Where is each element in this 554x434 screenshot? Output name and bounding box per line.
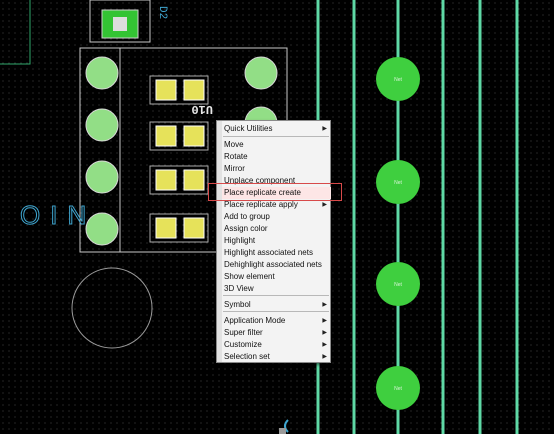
pad [85, 56, 119, 90]
menu-item-label: Mirror [224, 164, 245, 173]
highlight-annotation-box [208, 183, 342, 201]
menu-item-customize[interactable]: Customize ▶ [222, 339, 331, 351]
pad [85, 160, 119, 194]
smd-pad [155, 169, 177, 191]
menu-separator [223, 136, 329, 137]
submenu-arrow-icon: ▶ [322, 302, 327, 308]
smd-pad [155, 125, 177, 147]
submenu-arrow-icon: ▶ [322, 330, 327, 336]
menu-item-move[interactable]: Move [222, 139, 331, 151]
menu-item-highlight[interactable]: Highlight [222, 235, 331, 247]
menu-item-super-filter[interactable]: Super filter ▶ [222, 327, 331, 339]
menu-item-label: Highlight associated nets [224, 248, 313, 257]
menu-item-symbol[interactable]: Symbol ▶ [222, 299, 331, 311]
menu-item-label: Move [224, 140, 244, 149]
submenu-arrow-icon: ▶ [322, 126, 327, 132]
menu-item-label: Assign color [224, 224, 268, 233]
menu-item-label: Add to group [224, 212, 270, 221]
context-menu[interactable]: Quick Utilities ▶ Move Rotate Mirror Unplace … [216, 120, 331, 363]
menu-item-highlight-associated-nets[interactable]: Highlight associated nets [222, 247, 331, 259]
menu-item-dehighlight-associated-nets[interactable]: Dehighlight associated nets [222, 259, 331, 271]
menu-item-assign-color[interactable]: Assign color [222, 223, 331, 235]
designator-u10: U10 [191, 102, 213, 116]
menu-item-add-to-group[interactable]: Add to group [222, 211, 331, 223]
menu-separator [223, 311, 329, 312]
menu-item-label: Customize [224, 340, 262, 349]
via-label: Net [394, 180, 402, 186]
designator-d2: D2 [156, 6, 168, 19]
menu-item-rotate[interactable]: Rotate [222, 151, 331, 163]
via-label: Net [394, 282, 402, 288]
menu-item-show-element[interactable]: Show element [222, 271, 331, 283]
menu-item-selection-set[interactable]: Selection set ▶ [222, 351, 331, 363]
smd-pad [155, 217, 177, 239]
small-grey-marker [279, 428, 286, 434]
pad [244, 56, 278, 90]
menu-item-label: Selection set [224, 352, 270, 361]
menu-item-label: 3D View [224, 284, 254, 293]
menu-item-label: Highlight [224, 236, 256, 245]
smd-pad [183, 79, 205, 101]
menu-item-quick-utilities[interactable]: Quick Utilities ▶ [222, 123, 331, 135]
menu-item-application-mode[interactable]: Application Mode ▶ [222, 315, 331, 327]
menu-item-label: Application Mode [224, 316, 286, 325]
menu-separator [223, 295, 329, 296]
via-label: Net [394, 386, 402, 392]
via-label: Net [394, 77, 402, 83]
smd-pad [183, 125, 205, 147]
submenu-arrow-icon: ▶ [322, 354, 327, 360]
submenu-arrow-icon: ▶ [322, 318, 327, 324]
d2-pad-inner [113, 17, 127, 31]
menu-item-mirror[interactable]: Mirror [222, 163, 331, 175]
menu-item-label: Rotate [224, 152, 248, 161]
menu-item-label: Symbol [224, 300, 251, 309]
smd-pad [155, 79, 177, 101]
smd-pad [183, 169, 205, 191]
pad [85, 108, 119, 142]
menu-item-label: Super filter [224, 328, 263, 337]
outline-text: OIN [20, 200, 96, 230]
submenu-arrow-icon: ▶ [322, 342, 327, 348]
menu-item-label: Quick Utilities [224, 124, 273, 133]
menu-item-3d-view[interactable]: 3D View [222, 283, 331, 295]
smd-pad [183, 217, 205, 239]
menu-item-label: Dehighlight associated nets [224, 260, 322, 269]
menu-item-label: Show element [224, 272, 275, 281]
